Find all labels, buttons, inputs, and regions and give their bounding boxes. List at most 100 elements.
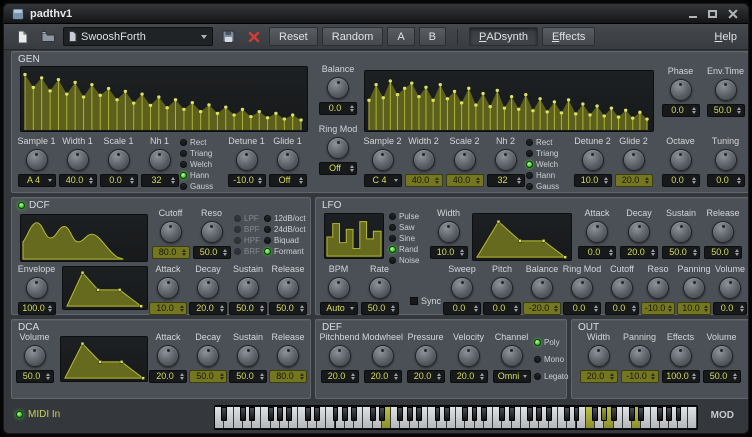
preset-b-button[interactable]: B	[419, 27, 446, 46]
knob[interactable]	[531, 277, 553, 299]
spinbox-arrows-icon[interactable]	[47, 176, 54, 185]
piano-black-key[interactable]	[444, 407, 450, 421]
spinbox-arrows-icon[interactable]	[434, 176, 441, 185]
preset-a-button[interactable]: A	[387, 27, 414, 46]
spinbox-arrows-icon[interactable]	[650, 372, 657, 381]
knob[interactable]	[715, 79, 737, 101]
value-spinbox[interactable]: 0.0	[707, 174, 745, 187]
knob[interactable]	[67, 149, 89, 171]
save-preset-button[interactable]	[217, 27, 239, 47]
knob[interactable]	[237, 277, 259, 299]
knob[interactable]	[491, 277, 513, 299]
spinbox-arrows-icon[interactable]	[393, 176, 400, 185]
radio-option[interactable]: Gauss	[526, 181, 572, 191]
value-spinbox[interactable]: Off	[319, 162, 357, 175]
spinbox-arrows-icon[interactable]	[733, 248, 740, 257]
knob[interactable]	[501, 345, 523, 367]
knob[interactable]	[683, 277, 705, 299]
value-spinbox[interactable]: 50.0	[662, 246, 700, 259]
radio-option[interactable]: Welch	[526, 159, 572, 169]
spinbox-arrows-icon[interactable]	[257, 176, 264, 185]
piano-black-key[interactable]	[574, 407, 580, 421]
radio-option[interactable]: BRF	[234, 246, 260, 256]
spinbox-arrows-icon[interactable]	[475, 176, 482, 185]
spinbox-arrows-icon[interactable]	[170, 176, 177, 185]
spinbox-arrows-icon[interactable]	[298, 372, 305, 381]
value-spinbox[interactable]: 20.0	[149, 370, 187, 383]
value-spinbox[interactable]: -20.0	[523, 302, 561, 315]
piano-black-key[interactable]	[240, 407, 246, 421]
value-spinbox[interactable]: 20.0	[580, 370, 618, 383]
spinbox-arrows-icon[interactable]	[649, 248, 656, 257]
lfo-wave-display[interactable]	[324, 213, 384, 259]
knob[interactable]	[369, 277, 391, 299]
piano-black-key[interactable]	[601, 407, 607, 421]
piano-black-key[interactable]	[676, 407, 682, 421]
spinbox-arrows-icon[interactable]	[691, 106, 698, 115]
radio-option[interactable]: Legato	[534, 371, 568, 381]
value-spinbox[interactable]: 0.0	[662, 104, 700, 117]
spinbox-arrows-icon[interactable]	[472, 304, 479, 313]
piano-black-key[interactable]	[342, 407, 348, 421]
midi-in-led[interactable]	[16, 411, 23, 418]
piano-black-key[interactable]	[509, 407, 515, 421]
radio-option[interactable]: Rect	[180, 137, 226, 147]
piano-black-key[interactable]	[314, 407, 320, 421]
spinbox-arrows-icon[interactable]	[181, 248, 188, 257]
piano-black-key[interactable]	[435, 407, 441, 421]
knob[interactable]	[611, 277, 633, 299]
filter-response-display[interactable]	[20, 214, 148, 262]
knob[interactable]	[327, 77, 349, 99]
spinbox-arrows-icon[interactable]	[218, 304, 225, 313]
spinbox-arrows-icon[interactable]	[666, 304, 673, 313]
value-spinbox[interactable]: A 4	[18, 174, 56, 187]
piano-keyboard[interactable]	[214, 405, 698, 430]
piano-black-key[interactable]	[333, 407, 339, 421]
value-spinbox[interactable]: 20.0	[620, 246, 658, 259]
radio-option[interactable]: Poly	[534, 337, 568, 347]
value-spinbox[interactable]: 32	[487, 174, 525, 187]
sync-checkbox[interactable]: Sync	[410, 296, 441, 306]
reset-button[interactable]: Reset	[269, 27, 318, 46]
spinbox-arrows-icon[interactable]	[732, 372, 739, 381]
harmonics-display-2[interactable]	[364, 70, 654, 132]
tab-effects[interactable]: Effects	[542, 27, 595, 46]
value-spinbox[interactable]: 32	[141, 174, 179, 187]
value-spinbox[interactable]: -10.0	[228, 174, 266, 187]
value-spinbox[interactable]: -10.0	[621, 370, 659, 383]
knob[interactable]	[454, 149, 476, 171]
titlebar[interactable]: padthv1	[4, 4, 748, 24]
value-spinbox[interactable]: 20.0	[321, 370, 359, 383]
spinbox-arrows-icon[interactable]	[691, 372, 698, 381]
piano-black-key[interactable]	[638, 407, 644, 421]
knob[interactable]	[670, 149, 692, 171]
spinbox-arrows-icon[interactable]	[592, 304, 599, 313]
value-spinbox[interactable]: 0.0	[483, 302, 521, 315]
value-spinbox[interactable]: 50.0	[707, 104, 745, 117]
spinbox-arrows-icon[interactable]	[436, 372, 443, 381]
piano-white-key[interactable]	[688, 407, 697, 428]
value-spinbox[interactable]: C 4	[364, 174, 402, 187]
combo-arrow-icon[interactable]	[201, 35, 207, 39]
knob[interactable]	[451, 277, 473, 299]
radio-option[interactable]: Hann	[526, 170, 572, 180]
new-preset-button[interactable]	[11, 27, 33, 47]
spinbox-arrows-icon[interactable]	[349, 304, 356, 313]
value-spinbox[interactable]: 40.0	[405, 174, 443, 187]
spinbox-arrows-icon[interactable]	[45, 372, 52, 381]
knob[interactable]	[108, 149, 130, 171]
knob[interactable]	[495, 149, 517, 171]
value-spinbox[interactable]: Auto	[320, 302, 358, 315]
knob[interactable]	[327, 137, 349, 159]
piano-black-key[interactable]	[592, 407, 598, 421]
value-spinbox[interactable]: 50.0	[269, 302, 307, 315]
knob[interactable]	[711, 345, 733, 367]
help-button[interactable]: Help	[710, 31, 741, 43]
spinbox-arrows-icon[interactable]	[298, 304, 305, 313]
piano-black-key[interactable]	[657, 407, 663, 421]
value-spinbox[interactable]: 10.0	[430, 246, 468, 259]
knob[interactable]	[413, 149, 435, 171]
spinbox-arrows-icon[interactable]	[88, 176, 95, 185]
value-spinbox[interactable]: Off	[269, 174, 307, 187]
spinbox-arrows-icon[interactable]	[298, 176, 305, 185]
